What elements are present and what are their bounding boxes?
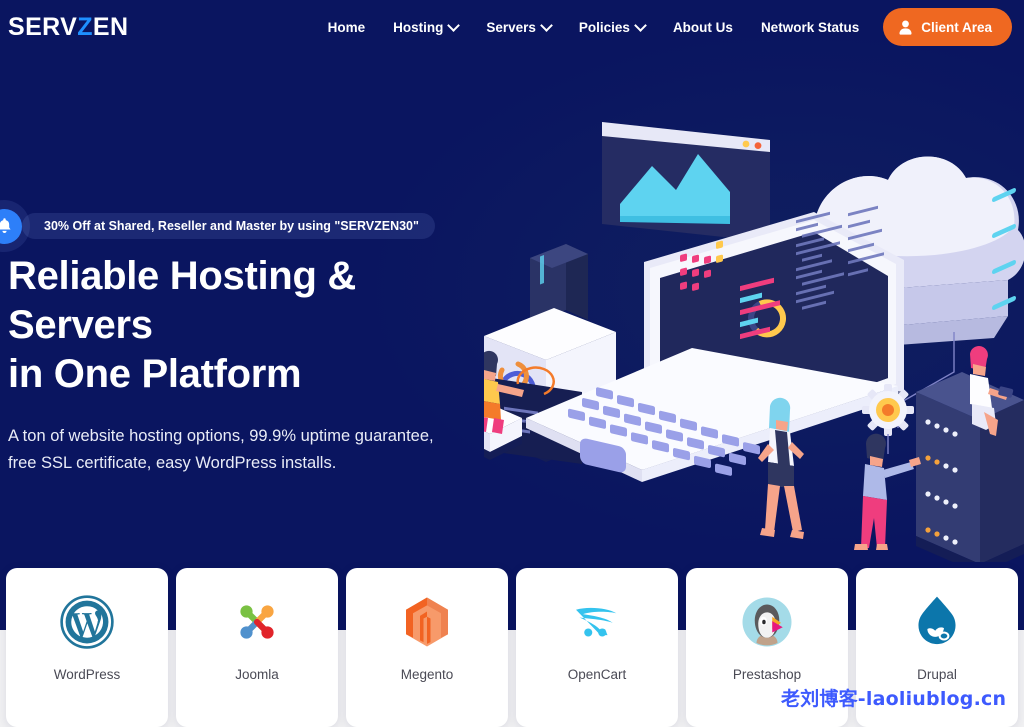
app-card-label: Megento [400, 667, 454, 682]
chevron-down-icon [449, 21, 458, 30]
app-card-prestashop[interactable]: Prestashop [686, 568, 848, 727]
chevron-down-icon [542, 21, 551, 30]
chevron-down-icon [636, 21, 645, 30]
app-card-wordpress[interactable]: WordPress [6, 568, 168, 727]
hero-subtitle: A ton of website hosting options, 99.9% … [8, 423, 508, 476]
logo-text-part2: EN [92, 12, 129, 41]
logo-text-part1: SERV [8, 12, 78, 41]
app-card-label: Prestashop [732, 667, 802, 682]
joomla-icon [240, 605, 274, 639]
drupal-icon [918, 596, 956, 645]
app-card-opencart[interactable]: OpenCart [516, 568, 678, 727]
hero-illustration [484, 122, 1024, 562]
site-logo[interactable]: SERVZEN [8, 12, 129, 41]
nav-item-network-status[interactable]: Network Status [747, 20, 873, 35]
bell-icon-circle [0, 208, 22, 244]
app-cards-strip: WordPress Joomla Megento OpenCart Presta… [0, 568, 1024, 727]
nav-item-label: Home [327, 19, 366, 35]
subtitle-line-1: A ton of website hosting options, 99.9% … [8, 427, 434, 446]
nav-item-label: About Us [672, 19, 733, 35]
prestashop-icon [742, 597, 792, 647]
headline-line-2: in One Platform [8, 351, 302, 396]
nav-item-label: Network Status [760, 19, 860, 35]
hero-copy: Reliable Hosting & Servers in One Platfo… [8, 252, 508, 477]
app-card-label: WordPress [53, 667, 121, 682]
app-card-joomla[interactable]: Joomla [176, 568, 338, 727]
main-navigation: SERVZEN Home Hosting Servers Policies Ab… [0, 0, 1024, 54]
client-area-label: Client Area [921, 19, 992, 35]
nav-item-label: Servers [486, 19, 536, 35]
client-area-button[interactable]: Client Area [883, 8, 1012, 46]
announcement-banner[interactable]: 30% Off at Shared, Reseller and Master b… [0, 200, 435, 252]
page-title: Reliable Hosting & Servers in One Platfo… [8, 252, 508, 398]
app-card-label: OpenCart [567, 667, 627, 682]
app-card-drupal[interactable]: Drupal [856, 568, 1018, 727]
nav-item-policies[interactable]: Policies [565, 20, 659, 35]
nav-item-about-us[interactable]: About Us [659, 20, 747, 35]
wordpress-icon [60, 595, 114, 649]
logo-text-accent: Z [77, 12, 93, 41]
announcement-text: 30% Off at Shared, Reseller and Master b… [22, 213, 435, 239]
nav-item-label: Hosting [393, 19, 444, 35]
hero-section: 30% Off at Shared, Reseller and Master b… [0, 0, 1024, 630]
opencart-icon [576, 607, 617, 637]
app-card-label: Joomla [235, 667, 279, 682]
app-card-label: Drupal [917, 667, 957, 682]
nav-item-hosting[interactable]: Hosting [379, 20, 472, 35]
subtitle-line-2: free SSL certificate, easy WordPress ins… [8, 454, 337, 473]
nav-item-label: Policies [578, 19, 630, 35]
headline-line-1: Reliable Hosting & Servers [8, 254, 356, 347]
app-card-magento[interactable]: Megento [346, 568, 508, 727]
nav-item-home[interactable]: Home [314, 20, 380, 35]
person-icon [899, 20, 912, 35]
bell-icon [0, 218, 11, 234]
magento-icon [406, 597, 448, 647]
nav-links: Home Hosting Servers Policies About Us N… [314, 8, 1024, 46]
nav-item-servers[interactable]: Servers [472, 20, 565, 35]
